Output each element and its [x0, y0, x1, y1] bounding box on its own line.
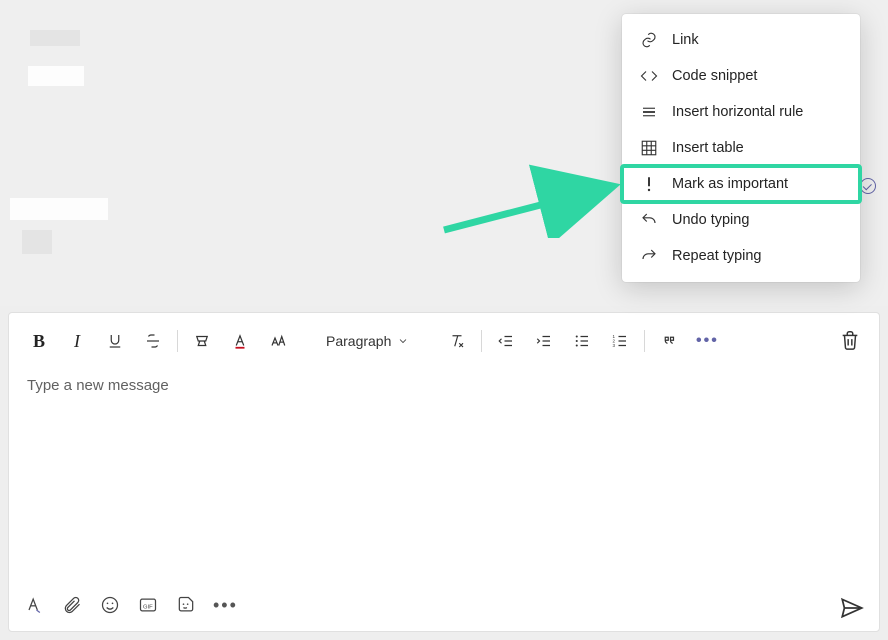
- font-color-button[interactable]: [226, 327, 254, 355]
- redacted-block: [10, 198, 108, 220]
- svg-text:GIF: GIF: [143, 604, 153, 610]
- menu-item-redo[interactable]: Repeat typing: [622, 238, 860, 274]
- send-button[interactable]: [839, 595, 865, 621]
- message-read-indicator-icon: [860, 178, 876, 194]
- toolbar-separator: [481, 330, 482, 352]
- menu-item-code-snippet[interactable]: Code snippet: [622, 58, 860, 94]
- important-icon: [640, 175, 658, 193]
- menu-item-insert-table[interactable]: Insert table: [622, 130, 860, 166]
- format-toggle-button[interactable]: [23, 594, 45, 616]
- delete-draft-button[interactable]: [839, 329, 863, 353]
- gif-button[interactable]: GIF: [137, 594, 159, 616]
- horizontal-rule-icon: [640, 103, 658, 121]
- toolbar-separator: [644, 330, 645, 352]
- link-icon: [640, 31, 658, 49]
- message-input[interactable]: Type a new message: [9, 365, 879, 406]
- formatting-context-menu: Link Code snippet Insert horizontal rule…: [622, 14, 860, 282]
- composer-actions-bar: GIF •••: [23, 589, 865, 621]
- bulleted-list-button[interactable]: [568, 327, 596, 355]
- formatting-toolbar: B I Paragraph: [9, 313, 879, 365]
- table-icon: [640, 139, 658, 157]
- numbered-list-button[interactable]: 123: [606, 327, 634, 355]
- menu-item-undo[interactable]: Undo typing: [622, 202, 860, 238]
- clear-formatting-button[interactable]: [443, 327, 471, 355]
- quote-button[interactable]: [655, 327, 683, 355]
- font-size-button[interactable]: [264, 327, 292, 355]
- paragraph-style-dropdown[interactable]: Paragraph: [324, 333, 411, 349]
- menu-item-label: Code snippet: [672, 68, 757, 84]
- outdent-button[interactable]: [492, 327, 520, 355]
- chevron-down-icon: [397, 335, 409, 347]
- highlight-button[interactable]: [188, 327, 216, 355]
- italic-button[interactable]: I: [63, 327, 91, 355]
- indent-button[interactable]: [530, 327, 558, 355]
- bold-button[interactable]: B: [25, 327, 53, 355]
- svg-text:3: 3: [613, 343, 616, 348]
- more-formatting-button[interactable]: •••: [693, 327, 721, 355]
- redacted-block: [22, 230, 52, 254]
- menu-item-label: Link: [672, 32, 699, 48]
- sticker-button[interactable]: [175, 594, 197, 616]
- undo-icon: [640, 211, 658, 229]
- paragraph-label: Paragraph: [326, 333, 391, 349]
- menu-item-label: Insert horizontal rule: [672, 104, 803, 120]
- more-actions-button[interactable]: •••: [213, 595, 238, 616]
- redo-icon: [640, 247, 658, 265]
- menu-item-link[interactable]: Link: [622, 22, 860, 58]
- menu-item-label: Repeat typing: [672, 248, 761, 264]
- message-composer: B I Paragraph: [8, 312, 880, 632]
- toolbar-separator: [177, 330, 178, 352]
- code-icon: [640, 67, 658, 85]
- redacted-block: [30, 30, 80, 46]
- menu-item-label: Insert table: [672, 140, 744, 156]
- redacted-block: [28, 66, 84, 86]
- attach-file-button[interactable]: [61, 594, 83, 616]
- strikethrough-button[interactable]: [139, 327, 167, 355]
- underline-button[interactable]: [101, 327, 129, 355]
- menu-item-mark-important[interactable]: Mark as important: [622, 166, 860, 202]
- menu-item-horizontal-rule[interactable]: Insert horizontal rule: [622, 94, 860, 130]
- menu-item-label: Mark as important: [672, 176, 788, 192]
- emoji-button[interactable]: [99, 594, 121, 616]
- menu-item-label: Undo typing: [672, 212, 749, 228]
